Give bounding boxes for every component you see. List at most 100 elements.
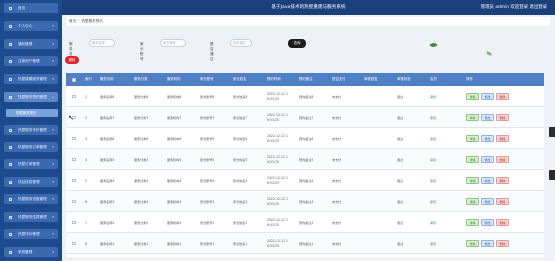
edit-button[interactable]: 修改 xyxy=(481,114,494,121)
service-name-input[interactable]: 服务名称 xyxy=(89,39,115,47)
sidebar-item-booking[interactable]: 热壁服务预约管理 ▴ xyxy=(4,92,58,102)
chevron-down-icon: ▾ xyxy=(52,128,54,132)
detail-button[interactable]: 详情 xyxy=(466,114,479,121)
decoration-leaf xyxy=(429,41,438,49)
table-row[interactable]: 7 服务名称2 服务分类2 服务机构2 家长账号2 家长姓名2 2022-12-12 1 6:… xyxy=(66,212,544,233)
search-label-account: 家长账号 xyxy=(140,42,144,61)
table-row[interactable]: 2 服务名称7 服务分类7 服务机构7 家长账号7 家长姓名7 2022-12-12 1 6:… xyxy=(66,107,544,128)
parent-account-input[interactable]: 家长账号 xyxy=(160,39,186,47)
detail-button[interactable]: 详情 xyxy=(466,198,479,205)
breadcrumb-home[interactable]: 首页 xyxy=(69,19,76,23)
delete-button[interactable]: 删除 xyxy=(496,114,509,121)
select-all-checkbox[interactable] xyxy=(72,78,76,82)
search-button[interactable]: 查询 xyxy=(288,39,306,48)
notice-icon xyxy=(9,42,12,46)
chevron-down-icon: ▾ xyxy=(52,180,54,184)
cell-account: 家长账号8 xyxy=(200,95,215,99)
row-checkbox[interactable] xyxy=(72,241,76,245)
delete-button[interactable]: 删除 xyxy=(496,198,509,205)
cell-paid: 未支付 xyxy=(332,137,342,141)
col-time: 预约时间 xyxy=(267,77,281,81)
sidebar-item-home[interactable]: 首页 xyxy=(4,3,58,13)
cell-time-part: 6:53:25 xyxy=(267,222,279,227)
cell-parent-name: 家长姓名6 xyxy=(233,137,248,141)
detail-button[interactable]: 详情 xyxy=(466,135,479,142)
edit-button[interactable]: 修改 xyxy=(481,198,494,205)
cell-time-part: 6:53:25 xyxy=(267,117,279,122)
row-checkbox[interactable] xyxy=(72,178,76,182)
detail-button[interactable]: 详情 xyxy=(466,156,479,163)
row-checkbox[interactable] xyxy=(72,157,76,161)
sidebar-item-project[interactable]: 项目信息管理 ▾ xyxy=(4,177,58,187)
row-checkbox[interactable] xyxy=(72,199,76,203)
cell-category: 服务分类2 xyxy=(134,221,149,225)
chevron-down-icon: ▾ xyxy=(52,215,54,219)
table-row[interactable]: 1 服务名称8 服务分类8 服务机构8 家长账号8 家长姓名8 2022-12-12 1 6:… xyxy=(66,86,544,107)
cell-index: 8 xyxy=(85,241,87,246)
edit-button[interactable]: 修改 xyxy=(481,135,494,142)
cell-member: 审核 xyxy=(430,242,437,246)
sidebar-item-system[interactable]: 系统管理 ▾ xyxy=(4,247,58,257)
cell-status: 通过 xyxy=(397,116,404,120)
edit-button[interactable]: 修改 xyxy=(481,93,494,100)
user-menu[interactable]: 管理员 admin 欢迎登录 退出登录 xyxy=(481,4,547,10)
edit-button[interactable]: 修改 xyxy=(481,240,494,247)
breadcrumb-separator: / xyxy=(78,19,80,23)
sidebar-item-profile[interactable]: 个人中心 ▾ xyxy=(4,21,58,31)
chevron-down-icon: ▾ xyxy=(52,197,54,201)
detail-button[interactable]: 详情 xyxy=(466,177,479,184)
sidebar-subitem-booking[interactable]: 热壁服务预约 xyxy=(6,109,58,117)
delete-button[interactable]: 删除 xyxy=(496,135,509,142)
delete-button[interactable]: 删除 xyxy=(496,240,509,247)
table-row[interactable]: 4 服务名称5 服务分类5 服务机构5 家长账号5 家长姓名5 2022-12-12 1 6:… xyxy=(66,149,544,170)
sidebar-item-modeling[interactable]: 热壁建模服务管理 ▾ xyxy=(4,74,58,84)
cell-member: 审核 xyxy=(430,116,437,120)
side-tab-handle[interactable] xyxy=(549,127,555,137)
row-checkbox[interactable] xyxy=(72,136,76,140)
sidebar-item-label: 注册用户管理 xyxy=(18,59,40,63)
sidebar-item-label: 热壁评价管理 xyxy=(18,232,40,236)
table-row[interactable]: 3 服务名称6 服务分类6 服务机构6 家长账号6 家长姓名6 2022-12-12 1 6:… xyxy=(66,128,544,149)
sidebar-item-users[interactable]: 注册用户管理 ▾ xyxy=(4,56,58,66)
cell-account: 家长账号3 xyxy=(200,200,215,204)
breadcrumb: 首页 / 热壁服务预约 xyxy=(66,17,550,26)
col-category: 服务分类 xyxy=(134,77,148,81)
cell-time: 2022-12-12 1 6:53:25 xyxy=(267,86,288,107)
sidebar-item-service-order[interactable]: 热壁服务订单管理 ▾ xyxy=(4,142,58,152)
cell-index: 3 xyxy=(85,136,87,141)
cell-category: 服务分类7 xyxy=(134,116,149,120)
detail-button[interactable]: 详情 xyxy=(466,93,479,100)
sidebar-item-notice[interactable]: 通知管理 ▾ xyxy=(4,39,58,49)
side-tab-handle[interactable] xyxy=(549,170,555,180)
detail-button[interactable]: 详情 xyxy=(466,219,479,226)
sidebar-item-review[interactable]: 热壁服务评价管理 ▾ xyxy=(4,125,58,135)
delete-button[interactable]: 删除 xyxy=(496,156,509,163)
edit-button[interactable]: 修改 xyxy=(481,156,494,163)
table-row[interactable]: 6 服务名称3 服务分类3 服务机构3 家长账号3 家长姓名3 2022-12-12 1 6:… xyxy=(66,191,544,212)
cell-index: 2 xyxy=(85,115,87,120)
cell-parent-name: 家长姓名3 xyxy=(233,200,248,204)
edit-button[interactable]: 修改 xyxy=(481,177,494,184)
delete-button[interactable]: 删除 xyxy=(496,219,509,226)
chevron-down-icon: ▾ xyxy=(52,77,54,81)
table-row[interactable]: 8 服务名称1 服务分类1 服务机构1 家长账号1 家长姓名1 2022-12-12 1 6:… xyxy=(66,233,544,254)
sidebar-item-label: 热壁服务进度管理 xyxy=(18,197,47,201)
sidebar-item-order[interactable]: 热壁订单管理 ▾ xyxy=(4,159,58,169)
cell-parent-name: 家长姓名2 xyxy=(233,221,248,225)
delete-button[interactable]: 删除 xyxy=(496,93,509,100)
sidebar-item-progress[interactable]: 热壁服务进度管理 ▾ xyxy=(4,194,58,204)
sidebar-item-settlement[interactable]: 热壁服务结算管理 ▾ xyxy=(4,212,58,222)
delete-button[interactable]: 删除 xyxy=(496,177,509,184)
chevron-down-icon: ▾ xyxy=(52,232,54,236)
table-row[interactable]: 5 服务名称4 服务分类4 服务机构4 家长账号4 家长姓名4 2022-12-12 1 6:… xyxy=(66,170,544,191)
cell-org: 服务机构8 xyxy=(167,95,182,99)
approved-select[interactable]: 是否通过 xyxy=(230,39,252,47)
detail-button[interactable]: 详情 xyxy=(466,240,479,247)
row-checkbox[interactable] xyxy=(72,220,76,224)
cell-paid: 未支付 xyxy=(332,221,342,225)
edit-button[interactable]: 修改 xyxy=(481,219,494,226)
row-checkbox[interactable] xyxy=(72,94,76,98)
sidebar-item-evaluation[interactable]: 热壁评价管理 ▾ xyxy=(4,229,58,239)
cell-status: 通过 xyxy=(397,137,404,141)
batch-delete-button[interactable]: 删除 xyxy=(65,56,79,64)
